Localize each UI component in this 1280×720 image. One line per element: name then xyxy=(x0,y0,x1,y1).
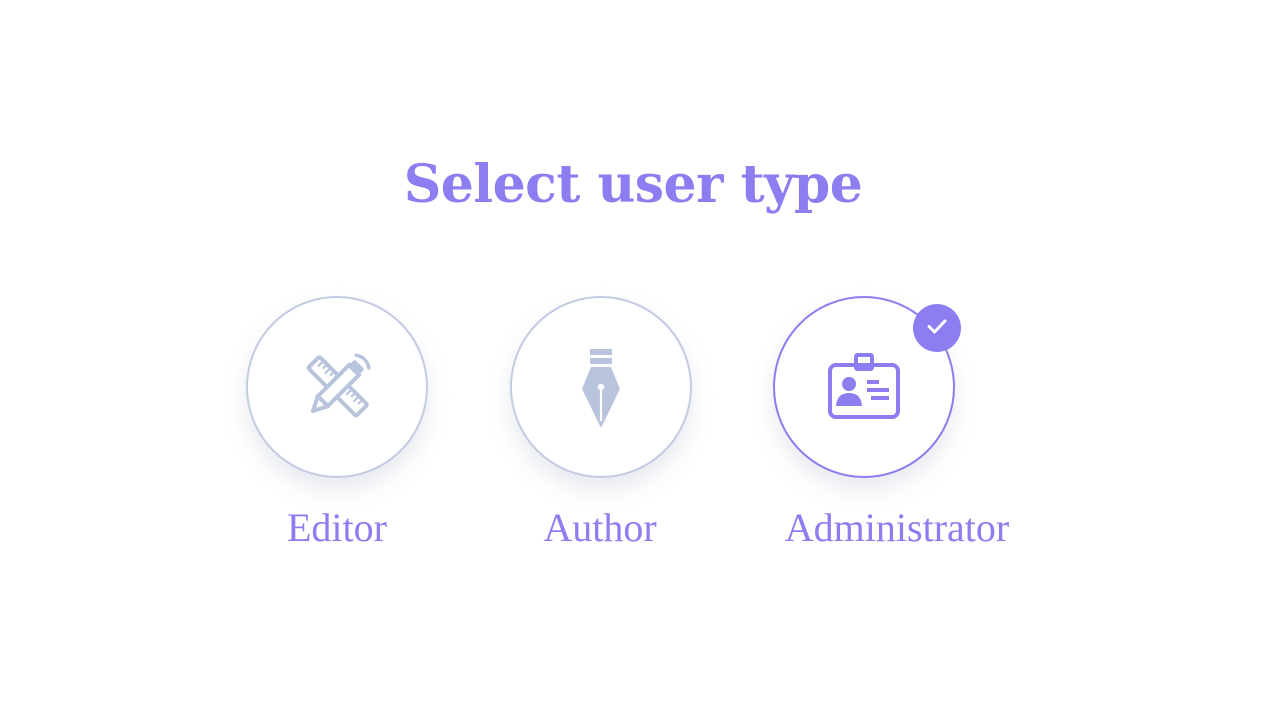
checkmark-icon xyxy=(925,314,949,343)
option-label-author[interactable]: Author xyxy=(500,503,700,553)
option-label-editor[interactable]: Editor xyxy=(237,503,437,553)
option-label-administrator[interactable]: Administrator xyxy=(747,503,1047,553)
page-title: Select user type xyxy=(403,154,863,215)
option-administrator[interactable] xyxy=(773,296,961,478)
user-type-selector: Select user type Editor Author Administr… xyxy=(0,0,1280,720)
selected-badge xyxy=(913,304,961,352)
option-author[interactable] xyxy=(510,296,692,478)
option-circle[interactable] xyxy=(510,296,692,478)
id-badge-icon xyxy=(827,353,901,421)
fountain-pen-icon xyxy=(576,345,626,429)
option-editor[interactable] xyxy=(246,296,428,478)
ruler-pencil-icon xyxy=(295,345,379,429)
option-circle[interactable] xyxy=(246,296,428,478)
